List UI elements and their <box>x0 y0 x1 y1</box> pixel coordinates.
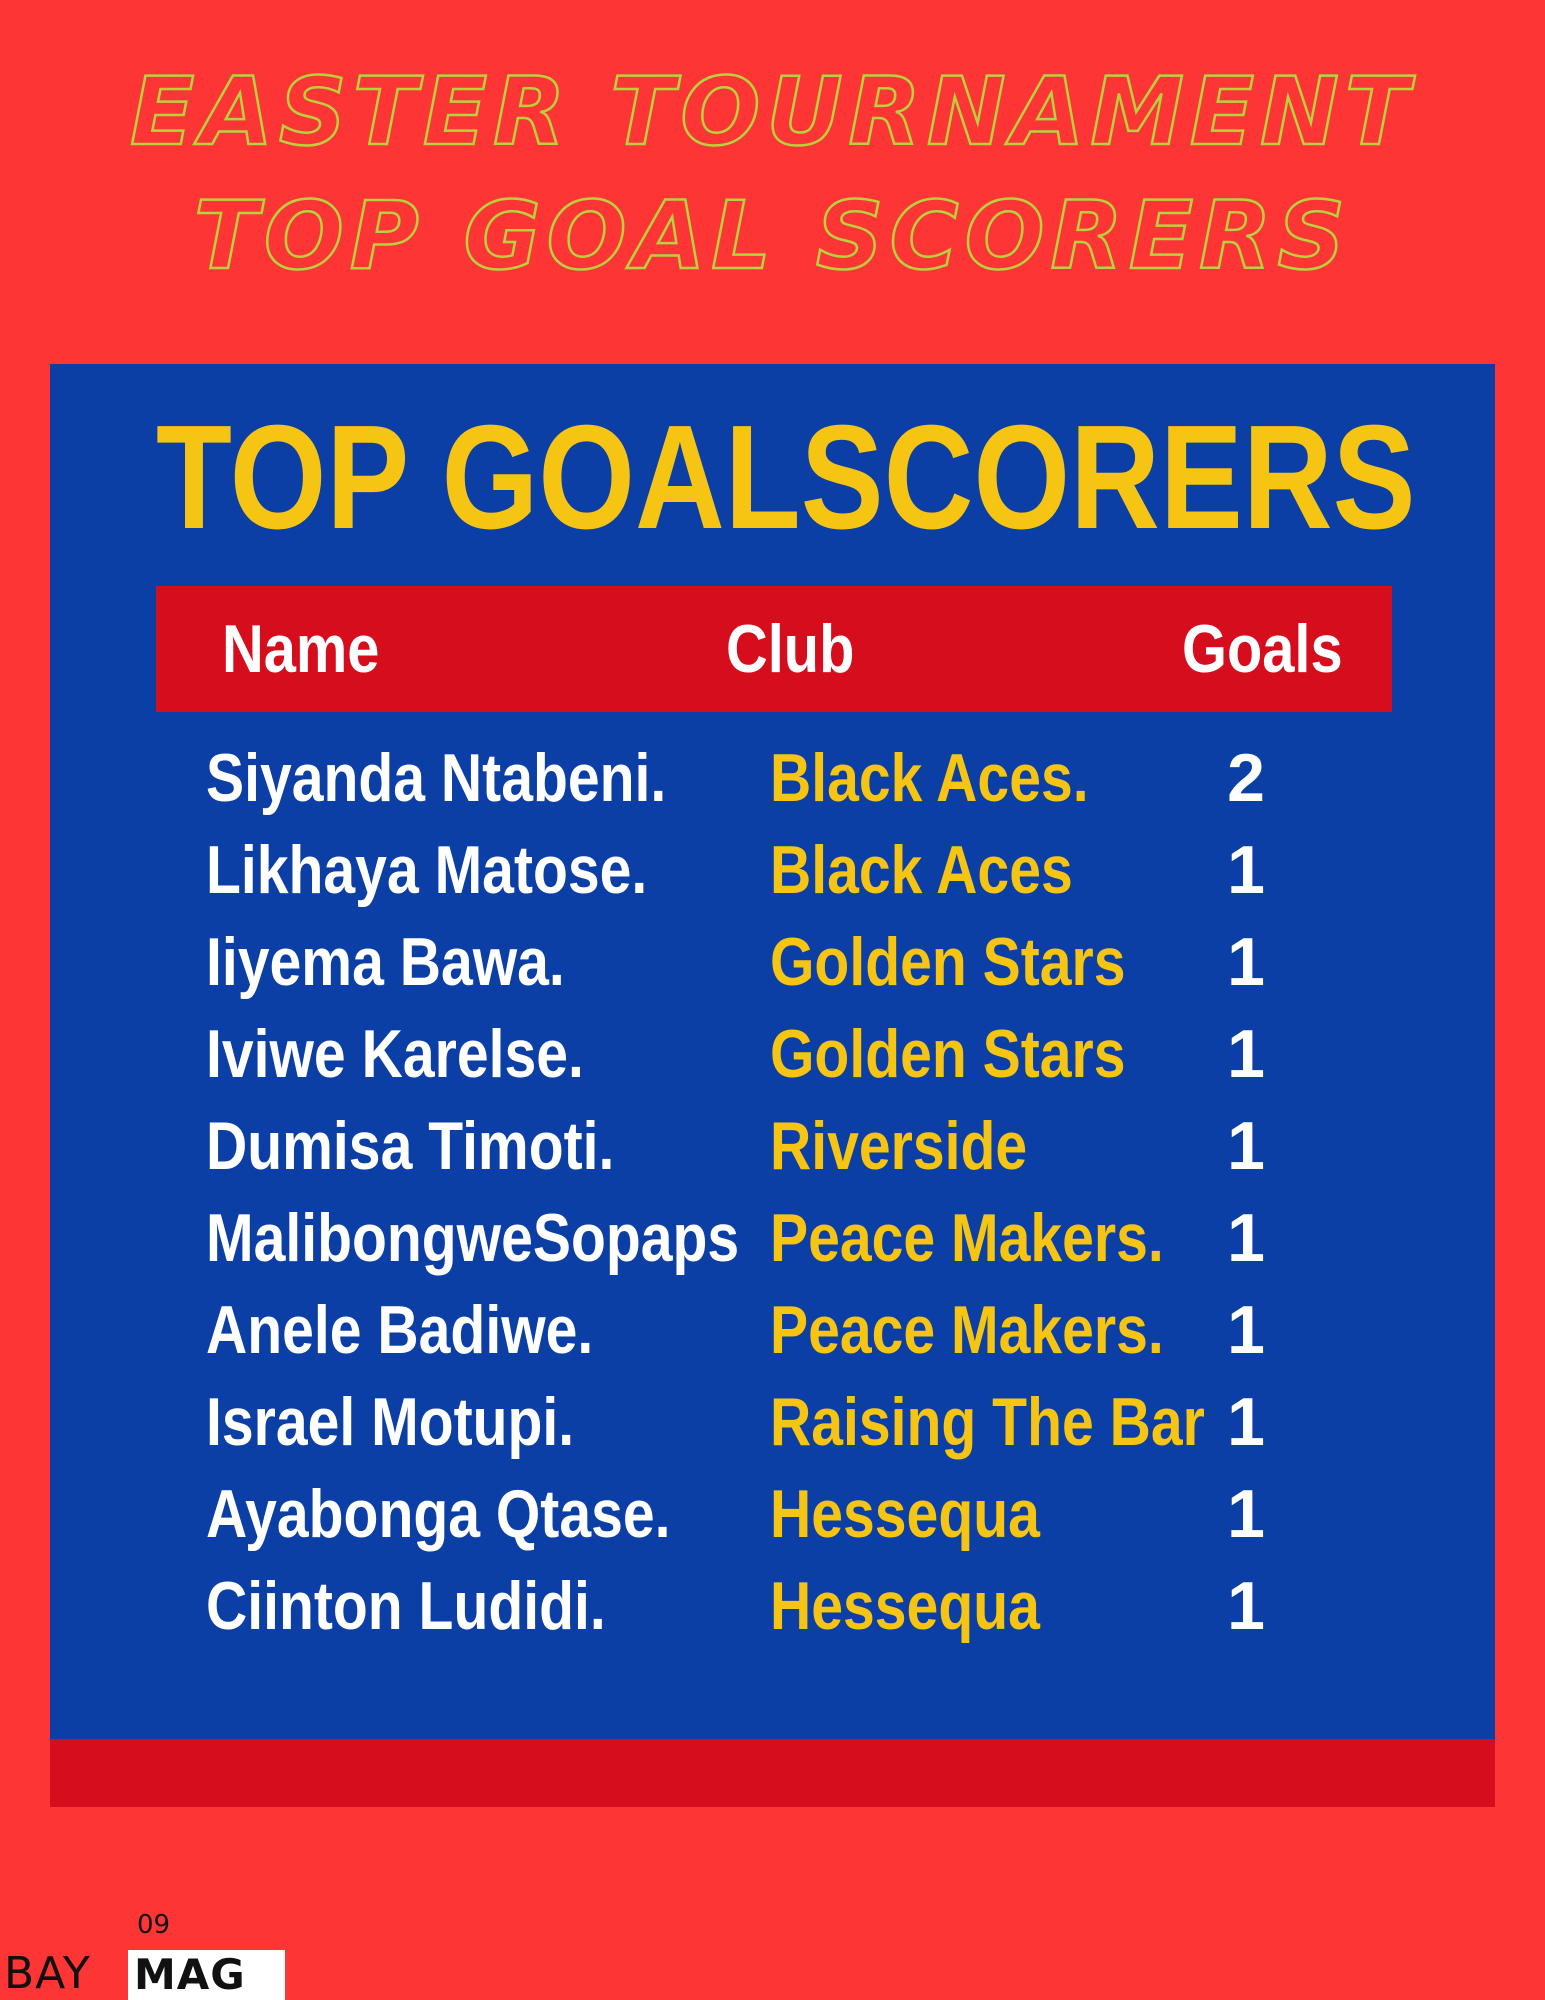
player-club: Peace Makers. <box>770 1292 1164 1368</box>
player-name: Israel Motupi. <box>206 1384 575 1460</box>
headline-line-2: TOP GOAL SCORERS <box>193 182 1352 291</box>
player-goals: 1 <box>1227 832 1265 908</box>
player-goals: 1 <box>1227 1384 1265 1460</box>
player-name: Ciinton Ludidi. <box>206 1568 606 1644</box>
table-header: Name Club Goals <box>156 586 1392 712</box>
scorers-panel: TOP GOALSCORERS Name Club Goals Siyanda … <box>50 364 1495 1739</box>
player-club: Golden Stars <box>770 1016 1126 1092</box>
player-goals: 2 <box>1227 740 1265 816</box>
page-number: 09 <box>137 1910 171 1940</box>
table-row: Iviwe Karelse. Golden Stars 1 <box>156 1012 1392 1104</box>
brand-logo-mag: MAG <box>134 1950 246 1999</box>
player-name: Likhaya Matose. <box>206 832 648 908</box>
player-name: Ayabonga Qtase. <box>206 1476 671 1552</box>
player-club: Riverside <box>770 1108 1028 1184</box>
brand-logo: BAY MAG <box>0 1950 285 2000</box>
table-row: Anele Badiwe. Peace Makers. 1 <box>156 1288 1392 1380</box>
player-goals: 1 <box>1227 1016 1265 1092</box>
headline-line-1: EASTER TOURNAMENT <box>129 58 1415 167</box>
table-row: Ciinton Ludidi. Hessequa 1 <box>156 1564 1392 1656</box>
player-goals: 1 <box>1227 1108 1265 1184</box>
player-club: Black Aces. <box>770 740 1089 816</box>
player-name: Iviwe Karelse. <box>206 1016 584 1092</box>
player-goals: 1 <box>1227 1476 1265 1552</box>
table-row: MalibongweSopaps Peace Makers. 1 <box>156 1196 1392 1288</box>
player-goals: 1 <box>1227 924 1265 1000</box>
player-name: Iiyema Bawa. <box>206 924 565 1000</box>
table-row: Siyanda Ntabeni. Black Aces. 2 <box>156 736 1392 828</box>
player-club: Hessequa <box>770 1568 1040 1644</box>
player-name: Siyanda Ntabeni. <box>206 740 667 816</box>
player-name: Anele Badiwe. <box>206 1292 594 1368</box>
player-name: Dumisa Timoti. <box>206 1108 615 1184</box>
player-goals: 1 <box>1227 1292 1265 1368</box>
brand-logo-mag-box: MAG <box>128 1950 285 2000</box>
player-club: Black Aces <box>770 832 1073 908</box>
player-club: Raising The Bar <box>770 1384 1205 1460</box>
panel-title: TOP GOALSCORERS <box>156 395 1416 560</box>
column-header-club: Club <box>726 611 855 687</box>
brand-logo-bay: BAY <box>4 1948 91 1999</box>
player-club: Hessequa <box>770 1476 1040 1552</box>
table-row: Ayabonga Qtase. Hessequa 1 <box>156 1472 1392 1564</box>
column-header-goals: Goals <box>1182 611 1343 687</box>
column-header-name: Name <box>222 611 380 687</box>
table-row: Israel Motupi. Raising The Bar 1 <box>156 1380 1392 1472</box>
player-club: Golden Stars <box>770 924 1126 1000</box>
table-row: Likhaya Matose. Black Aces 1 <box>156 828 1392 920</box>
player-name: MalibongweSopaps <box>206 1200 740 1276</box>
panel-footer-bar <box>50 1739 1495 1807</box>
table-row: Iiyema Bawa. Golden Stars 1 <box>156 920 1392 1012</box>
player-goals: 1 <box>1227 1200 1265 1276</box>
table-row: Dumisa Timoti. Riverside 1 <box>156 1104 1392 1196</box>
player-club: Peace Makers. <box>770 1200 1164 1276</box>
player-goals: 1 <box>1227 1568 1265 1644</box>
